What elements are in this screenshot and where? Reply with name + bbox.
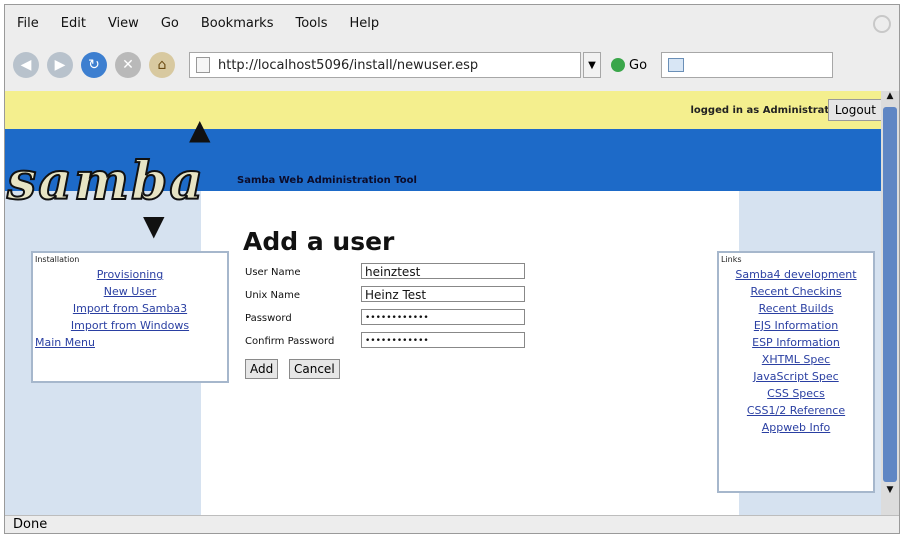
go-icon	[611, 58, 625, 72]
back-icon[interactable]: ◀	[13, 52, 39, 78]
page-icon	[196, 57, 210, 73]
url-text: http://localhost5096/install/newuser.esp	[218, 57, 479, 73]
scroll-thumb[interactable]	[883, 107, 897, 482]
search-input[interactable]	[661, 52, 834, 78]
vertical-scrollbar[interactable]: ▲ ▼	[881, 91, 899, 515]
nav-link-main-menu[interactable]: Main Menu	[35, 336, 227, 349]
link-javascript-spec[interactable]: JavaScript Spec	[719, 370, 873, 383]
menu-tools[interactable]: Tools	[295, 16, 327, 31]
up-arrow-icon: ▲	[189, 113, 211, 146]
password-label: Password	[245, 313, 292, 324]
scroll-down-icon[interactable]: ▼	[881, 485, 899, 499]
nav-link-provisioning[interactable]: Provisioning	[33, 268, 227, 281]
installation-heading: Installation	[35, 255, 80, 264]
user-name-label: User Name	[245, 267, 301, 278]
navigation-toolbar: ◀ ▶ ↻ ✕ ⌂ http://localhost5096/install/n…	[5, 43, 899, 87]
link-samba4-development[interactable]: Samba4 development	[719, 268, 873, 281]
menu-file[interactable]: File	[17, 16, 39, 31]
reload-icon[interactable]: ↻	[81, 52, 107, 78]
link-css-specs[interactable]: CSS Specs	[719, 387, 873, 400]
nav-link-new-user[interactable]: New User	[33, 285, 227, 298]
scroll-up-icon[interactable]: ▲	[881, 91, 899, 105]
browser-window: File Edit View Go Bookmarks Tools Help ◀…	[4, 4, 900, 534]
menu-edit[interactable]: Edit	[61, 16, 86, 31]
installation-nav-box: Installation Provisioning New User Impor…	[31, 251, 229, 383]
stop-icon[interactable]: ✕	[115, 52, 141, 78]
cancel-button[interactable]: Cancel	[289, 359, 340, 379]
page-viewport: logged in as Administrator Logout Add a …	[5, 91, 881, 515]
links-box: Links Samba4 development Recent Checkins…	[717, 251, 875, 493]
link-xhtml-spec[interactable]: XHTML Spec	[719, 353, 873, 366]
page-title: Add a user	[243, 227, 395, 256]
link-recent-builds[interactable]: Recent Builds	[719, 302, 873, 315]
home-icon[interactable]: ⌂	[149, 52, 175, 78]
nav-link-import-samba3[interactable]: Import from Samba3	[33, 302, 227, 315]
logout-button[interactable]: Logout	[827, 99, 881, 121]
menu-bookmarks[interactable]: Bookmarks	[201, 16, 274, 31]
search-engine-icon	[668, 58, 685, 72]
go-label: Go	[629, 57, 648, 73]
url-bar[interactable]: http://localhost5096/install/newuser.esp	[189, 52, 581, 78]
menu-bar: File Edit View Go Bookmarks Tools Help	[5, 5, 899, 41]
password-field[interactable]: ••••••••••••	[361, 309, 525, 325]
unix-name-field[interactable]: Heinz Test	[361, 286, 525, 302]
link-recent-checkins[interactable]: Recent Checkins	[719, 285, 873, 298]
login-bar: logged in as Administrator Logout	[5, 91, 881, 129]
go-button[interactable]: Go	[611, 58, 647, 73]
samba-logo: samba	[6, 150, 206, 213]
main-content: Add a user User Name heinztest Unix Name…	[201, 191, 739, 515]
link-appweb-info[interactable]: Appweb Info	[719, 421, 873, 434]
link-ejs-information[interactable]: EJS Information	[719, 319, 873, 332]
confirm-password-field[interactable]: ••••••••••••	[361, 332, 525, 348]
user-name-field[interactable]: heinztest	[361, 263, 525, 279]
links-heading: Links	[721, 255, 742, 264]
logged-in-text: logged in as Administrator	[690, 105, 841, 116]
forward-icon[interactable]: ▶	[47, 52, 73, 78]
nav-link-import-windows[interactable]: Import from Windows	[33, 319, 227, 332]
menu-go[interactable]: Go	[161, 16, 179, 31]
menu-view[interactable]: View	[108, 16, 139, 31]
menu-help[interactable]: Help	[350, 16, 380, 31]
link-esp-information[interactable]: ESP Information	[719, 336, 873, 349]
status-bar: Done	[5, 515, 899, 533]
url-dropdown-icon[interactable]: ▼	[583, 52, 601, 78]
down-arrow-icon: ▼	[143, 209, 165, 242]
tagline: Samba Web Administration Tool	[237, 175, 417, 186]
confirm-password-label: Confirm Password	[245, 336, 335, 347]
unix-name-label: Unix Name	[245, 290, 301, 301]
throbber-icon	[873, 15, 891, 33]
link-css-reference[interactable]: CSS1/2 Reference	[719, 404, 873, 417]
add-button[interactable]: Add	[245, 359, 279, 379]
